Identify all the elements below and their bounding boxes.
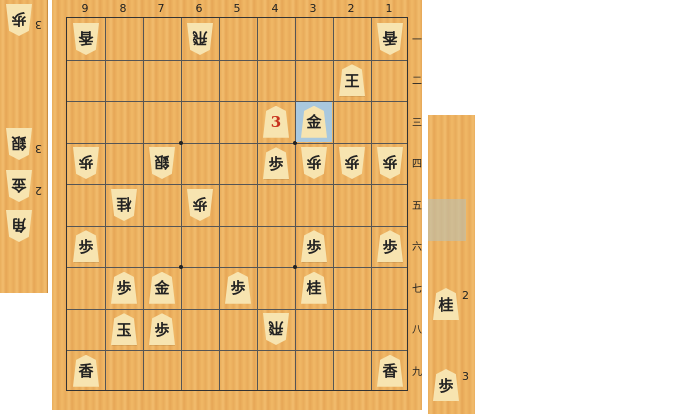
sente-hand-count: 2 bbox=[462, 289, 469, 302]
board-piece[interactable]: 香 bbox=[73, 23, 99, 55]
gote-hand-count: 2 bbox=[35, 184, 42, 197]
grid-line-vertical bbox=[105, 18, 106, 390]
board-piece[interactable]: 香 bbox=[377, 354, 403, 387]
sente-hand-piece[interactable]: 桂 bbox=[433, 288, 459, 320]
sente-hand-count: 3 bbox=[462, 370, 469, 383]
board-piece[interactable]: 銀 bbox=[149, 147, 175, 179]
board-piece[interactable]: 歩 bbox=[187, 189, 213, 221]
board-piece[interactable]: 歩 bbox=[225, 271, 251, 304]
gote-hand-count: 3 bbox=[35, 142, 42, 155]
star-point bbox=[293, 265, 297, 269]
file-label: 2 bbox=[347, 2, 355, 15]
file-label: 5 bbox=[233, 2, 241, 15]
grid-line-horizontal bbox=[67, 184, 407, 185]
file-label: 1 bbox=[385, 2, 393, 15]
board-piece[interactable]: 歩 bbox=[301, 230, 327, 263]
rank-label: 九 bbox=[412, 366, 422, 378]
grid-line-vertical bbox=[219, 18, 220, 390]
board-piece[interactable]: 歩 bbox=[149, 313, 175, 346]
star-point bbox=[179, 140, 183, 145]
board-piece[interactable]: 歩 bbox=[377, 147, 403, 179]
board-piece[interactable]: 金 bbox=[301, 105, 327, 138]
rank-label: 七 bbox=[412, 283, 422, 295]
file-label: 8 bbox=[119, 2, 127, 15]
rank-label: 四 bbox=[412, 159, 422, 171]
rank-label: 一 bbox=[412, 34, 422, 46]
sente-piece-stand: 桂2 歩3 bbox=[428, 115, 475, 414]
board-piece[interactable]: 王 bbox=[339, 64, 365, 97]
shogi-board: 香飛香王3金歩銀歩歩歩歩桂歩歩歩歩歩金歩桂玉歩飛香香 987654321一二三四… bbox=[52, 0, 422, 410]
sente-hand-piece[interactable]: 歩 bbox=[433, 369, 459, 401]
rank-label: 二 bbox=[412, 76, 422, 88]
grid-line-horizontal bbox=[67, 308, 407, 310]
grid-line-horizontal bbox=[67, 142, 407, 144]
rank-label: 三 bbox=[412, 117, 422, 129]
grid-line-horizontal bbox=[67, 225, 407, 227]
grid-line-vertical bbox=[371, 18, 372, 390]
board-piece[interactable]: 歩 bbox=[73, 147, 99, 179]
gote-hand-piece[interactable]: 歩 bbox=[6, 4, 32, 36]
gote-hand-count: 3 bbox=[35, 18, 42, 31]
gote-hand-piece[interactable]: 角 bbox=[6, 210, 32, 242]
board-piece[interactable]: 香 bbox=[73, 354, 99, 387]
board-piece[interactable]: 歩 bbox=[301, 147, 327, 179]
stand-selection-highlight bbox=[428, 199, 466, 241]
star-point bbox=[179, 265, 183, 269]
board-piece[interactable]: 歩 bbox=[73, 230, 99, 263]
gote-piece-stand: 歩3銀3金2角 bbox=[0, 0, 48, 293]
board-piece[interactable]: 歩 bbox=[339, 147, 365, 179]
grid-line-vertical bbox=[181, 18, 182, 390]
board-grid: 香飛香王3金歩銀歩歩歩歩桂歩歩歩歩歩金歩桂玉歩飛香香 bbox=[66, 17, 408, 391]
grid-line-horizontal bbox=[67, 59, 407, 61]
rank-label: 八 bbox=[412, 325, 422, 337]
board-piece[interactable]: 歩 bbox=[377, 230, 403, 263]
board-piece[interactable]: 歩 bbox=[111, 271, 137, 304]
board-piece[interactable]: 桂 bbox=[111, 189, 137, 221]
board-piece[interactable]: 歩 bbox=[263, 147, 289, 180]
board-piece[interactable]: 金 bbox=[149, 271, 175, 304]
grid-line-vertical bbox=[257, 18, 258, 390]
rank-label: 五 bbox=[412, 200, 422, 212]
board-piece[interactable]: 飛 bbox=[187, 23, 213, 55]
file-label: 6 bbox=[195, 2, 203, 15]
gote-hand-piece[interactable]: 銀 bbox=[6, 128, 32, 160]
grid-line-vertical bbox=[295, 18, 296, 390]
board-piece[interactable]: 桂 bbox=[301, 271, 327, 304]
board-piece[interactable]: 飛 bbox=[263, 313, 289, 345]
gote-hand-piece[interactable]: 金 bbox=[6, 170, 32, 202]
file-label: 3 bbox=[309, 2, 317, 15]
board-piece[interactable]: 3 bbox=[263, 105, 289, 138]
rank-label: 六 bbox=[412, 242, 422, 254]
board-piece[interactable]: 香 bbox=[377, 23, 403, 55]
board-piece[interactable]: 玉 bbox=[111, 313, 137, 346]
file-label: 7 bbox=[157, 2, 165, 15]
grid-line-vertical bbox=[333, 18, 334, 390]
file-label: 9 bbox=[81, 2, 89, 15]
grid-line-horizontal bbox=[67, 350, 407, 351]
file-label: 4 bbox=[271, 2, 279, 15]
grid-line-horizontal bbox=[67, 267, 407, 268]
grid-line-horizontal bbox=[67, 101, 407, 102]
grid-line-vertical bbox=[143, 18, 144, 390]
